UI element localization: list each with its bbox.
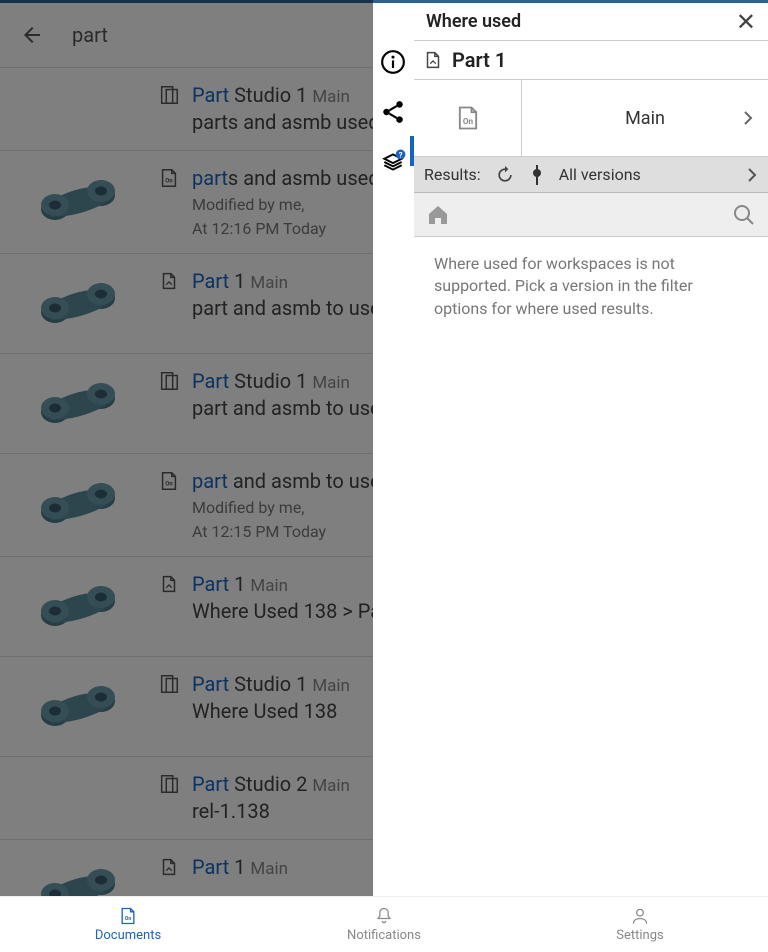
- svg-text:On: On: [125, 916, 131, 922]
- onshape-doc-icon: On: [454, 104, 482, 132]
- home-icon[interactable]: [426, 203, 450, 227]
- nav-documents[interactable]: On Documents: [0, 897, 256, 952]
- info-message: Where used for workspaces is not support…: [414, 237, 768, 336]
- results-filter-bar[interactable]: Results: All versions: [414, 157, 768, 193]
- refresh-icon[interactable]: [495, 165, 515, 185]
- panel-rail: ?: [373, 3, 413, 896]
- part-title-row: Part 1: [414, 41, 768, 79]
- panel-search-bar: [414, 193, 768, 237]
- search-icon[interactable]: [732, 203, 756, 227]
- workspace-selector[interactable]: On Main: [414, 79, 768, 157]
- results-label: Results:: [424, 165, 481, 184]
- versions-label: All versions: [559, 165, 641, 184]
- panel-title: Where used: [426, 11, 521, 32]
- svg-text:?: ?: [399, 151, 403, 160]
- info-icon[interactable]: [380, 49, 406, 75]
- close-icon[interactable]: ✕: [736, 8, 756, 36]
- person-icon: [630, 906, 650, 926]
- where-used-icon[interactable]: ?: [380, 149, 406, 175]
- chevron-right-icon[interactable]: [746, 166, 758, 184]
- rail-active-indicator: [410, 136, 414, 166]
- part-name: Part 1: [452, 48, 506, 72]
- chevron-right-icon: [742, 109, 754, 127]
- nav-settings[interactable]: Settings: [512, 897, 768, 952]
- share-icon[interactable]: [380, 99, 406, 125]
- workspace-label: Main: [522, 80, 768, 156]
- nav-notifications[interactable]: Notifications: [256, 897, 512, 952]
- version-pin-icon: [529, 165, 545, 185]
- panel-body: Where used ✕ Part 1 On Main Results: All…: [413, 3, 768, 896]
- workspace-icon-cell: On: [414, 80, 522, 156]
- panel-header: Where used ✕: [414, 3, 768, 41]
- where-used-panel: ? Where used ✕ Part 1 On Main Results: A…: [373, 0, 768, 896]
- bottom-nav: On Documents Notifications Settings: [0, 896, 768, 952]
- bell-icon: [374, 906, 394, 926]
- documents-icon: On: [118, 906, 138, 926]
- part-icon: [422, 49, 444, 71]
- svg-text:On: On: [462, 116, 473, 126]
